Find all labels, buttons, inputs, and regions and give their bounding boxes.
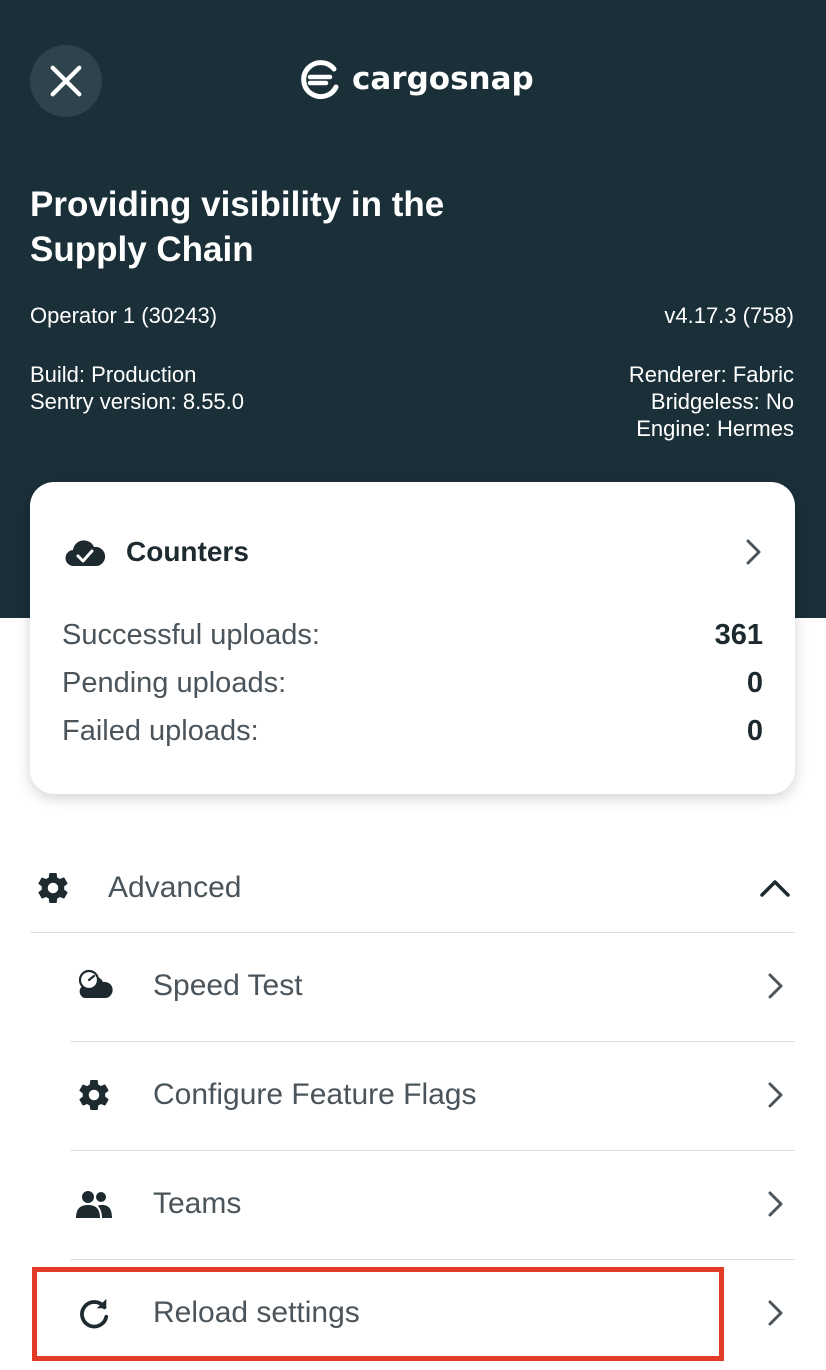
counter-label: Successful uploads: [62,618,320,651]
highlight-box [32,1267,724,1361]
advanced-section-toggle[interactable]: Advanced [30,845,795,931]
sentry-label: Sentry version: 8.55.0 [30,389,245,414]
counter-row-successful: Successful uploads: 361 [62,615,763,655]
menu-item-label: Configure Feature Flags [153,1078,477,1111]
chevron-right-icon [768,1191,783,1217]
close-button[interactable] [30,45,102,117]
bridgeless-label: Bridgeless: No [650,389,794,414]
counter-value: 0 [746,714,763,747]
engine-label: Engine: Hermes [636,416,794,441]
chevron-right-icon [768,973,783,999]
counters-header[interactable]: Counters [64,532,765,572]
people-icon [75,1185,113,1223]
counter-row-pending: Pending uploads: 0 [62,663,763,703]
cloud-check-icon [65,540,106,567]
menu-item-feature-flags[interactable]: Configure Feature Flags [70,1041,795,1149]
menu-item-teams[interactable]: Teams [70,1150,795,1258]
counter-label: Failed uploads: [62,714,259,747]
operator-label: Operator 1 (30243) [30,303,218,328]
cargosnap-logo: cargosnap [296,54,534,104]
chevron-right-icon [746,539,761,565]
version-label: v4.17.3 (758) [664,303,794,328]
counter-value: 361 [714,618,763,651]
logo-text: cargosnap [352,61,534,97]
build-label: Build: Production [30,362,197,387]
counter-label: Pending uploads: [62,666,287,699]
chevron-right-icon [768,1082,783,1108]
gear-icon [38,873,68,904]
gear-icon [75,1076,113,1114]
counter-value: 0 [746,666,763,699]
counter-row-failed: Failed uploads: 0 [62,711,763,751]
menu-item-speed-test[interactable]: Speed Test [70,932,795,1040]
page-headline: Providing visibility in the Supply Chain [30,185,445,269]
advanced-label: Advanced [108,871,242,904]
menu-item-label: Speed Test [153,969,303,1002]
chevron-up-icon [760,880,790,897]
operator-info: Operator 1 (30243) [30,302,217,329]
close-icon [50,65,82,97]
counters-title: Counters [126,536,249,567]
engine-info: Renderer: Fabric Bridgeless: No Engine: … [629,361,794,442]
chevron-right-icon [768,1300,783,1326]
speed-cloud-icon [75,967,113,1005]
build-info: Build: Production Sentry version: 8.55.0 [30,361,244,415]
version-info: v4.17.3 (758) [664,302,794,329]
logo-mark-icon [301,60,339,100]
counters-card[interactable]: Counters Successful uploads: 361 Pending… [30,482,795,794]
menu-item-label: Teams [153,1187,242,1220]
renderer-label: Renderer: Fabric [628,362,794,387]
